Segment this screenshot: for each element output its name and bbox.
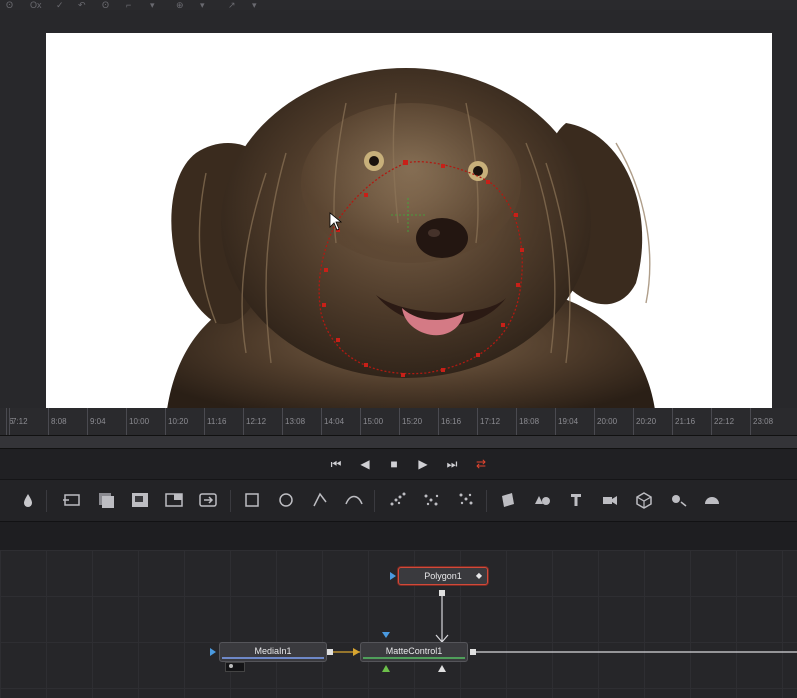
ruler-tick-label: 22:12 [711, 408, 734, 435]
merge3d-icon[interactable] [530, 488, 554, 512]
ruler-tick-label: 12:12 [243, 408, 266, 435]
tool-toolbar [0, 479, 797, 522]
viewer-tool-icon-4[interactable]: ↶ [78, 0, 86, 10]
camera3d-icon[interactable] [598, 488, 622, 512]
particle-emitter-icon[interactable] [386, 488, 410, 512]
node-polygon1-label: Polygon1 [424, 571, 462, 581]
particle-style-icon[interactable] [454, 488, 478, 512]
viewer-tool-icon-5[interactable]: ʘ [102, 0, 109, 10]
matte-output-port[interactable] [470, 649, 476, 655]
node-editor[interactable]: Polygon1 ◆ MediaIn1 MatteControl1 [0, 550, 797, 698]
ellipse-mask-icon[interactable] [274, 488, 298, 512]
time-ruler[interactable]: 6 7:12 8:08 9:04 10:00 10:20 11:16 12:12 13:08 14… [0, 408, 797, 436]
node-mattecontrol1-color-bar [363, 657, 465, 659]
node-mediain1-color-bar [222, 657, 324, 659]
polygon-input-arrow-icon[interactable] [390, 572, 397, 580]
toolbar-divider [486, 490, 487, 512]
toolbar-divider [230, 490, 231, 512]
ruler-tick-label: 18:08 [516, 408, 539, 435]
viewer-tool-icon-10[interactable]: ↗ [228, 0, 236, 10]
mediain-input-arrow-icon[interactable] [210, 648, 217, 656]
ruler-tick-label: 21:16 [672, 408, 695, 435]
ruler-tick-label: 20:00 [594, 408, 617, 435]
node-mediain1-thumbnail-toggle[interactable] [225, 662, 245, 672]
text3d-icon[interactable] [564, 488, 588, 512]
node-mediain1-label: MediaIn1 [254, 646, 292, 656]
image-plane-icon[interactable] [700, 488, 724, 512]
ruler-tick-label: 23:08 [750, 408, 773, 435]
go-to-last-frame-button[interactable]: ⏭ [442, 455, 462, 473]
ruler-tick-label: 15:20 [399, 408, 422, 435]
ruler-tick-label: 10:00 [126, 408, 149, 435]
toolbar-spacer [0, 521, 797, 551]
ruler-tick-label: 19:04 [555, 408, 578, 435]
matte-green-input-arrow-icon[interactable] [382, 665, 390, 672]
stop-button[interactable]: ■ [384, 455, 404, 473]
ruler-tick-label: 16:16 [438, 408, 461, 435]
particle-render-icon[interactable] [420, 488, 444, 512]
viewer-panel [0, 10, 797, 417]
transform-icon[interactable] [196, 488, 220, 512]
viewer-tool-icon-8[interactable]: ⊕ [176, 0, 184, 10]
rectangle-mask-icon[interactable] [240, 488, 264, 512]
ruler-tick-label: 8:08 [48, 408, 67, 435]
ruler-tick-label: 14:04 [321, 408, 344, 435]
background-icon[interactable] [128, 488, 152, 512]
node-options-icon[interactable]: ◆ [476, 568, 482, 584]
viewer-tool-icon-1[interactable]: ʘ [6, 0, 13, 10]
resize-icon[interactable] [162, 488, 186, 512]
thumbnail-dot-icon [229, 664, 233, 668]
merge-icon[interactable] [94, 488, 118, 512]
polygon-mask-icon[interactable] [308, 488, 332, 512]
viewer-tool-icon-9[interactable]: ▾ [200, 0, 205, 10]
viewer-tool-icon-6[interactable]: ⌐ [126, 0, 131, 10]
ruler-tick-label: 9:04 [87, 408, 106, 435]
ruler-tick-label: 10:20 [165, 408, 188, 435]
viewer-tool-icon-11[interactable]: ▾ [252, 0, 257, 10]
go-to-first-frame-button[interactable]: ⏮ [326, 455, 346, 473]
node-mattecontrol1-label: MatteControl1 [385, 646, 443, 656]
ruler-tick-label: 11:16 [204, 408, 226, 435]
matte-input-arrow-icon[interactable] [382, 632, 390, 639]
loader-icon[interactable] [60, 488, 84, 512]
node-mattecontrol1[interactable]: MatteControl1 [360, 642, 468, 662]
polygon-output-port[interactable] [439, 590, 445, 596]
viewer-tool-icon-2[interactable]: Ox [30, 0, 42, 10]
toolbar-divider [46, 490, 47, 512]
light3d-icon[interactable] [666, 488, 690, 512]
ruler-tick-label: 15:00 [360, 408, 383, 435]
shape3d-icon[interactable] [496, 488, 520, 512]
play-forward-button[interactable]: ▶ [413, 455, 433, 473]
dog-image [166, 68, 656, 417]
viewer-tool-icon-7[interactable]: ▾ [150, 0, 155, 10]
ruler-tick-label: 17:12 [477, 408, 500, 435]
mediain-output-port[interactable] [327, 649, 333, 655]
ruler-tick-label: 13:08 [282, 408, 305, 435]
matte-white-input-arrow-icon[interactable] [438, 665, 446, 672]
loop-button[interactable]: ⇄ [471, 455, 491, 473]
viewer-tool-icon-3[interactable]: ✓ [56, 0, 64, 10]
bspline-mask-icon[interactable] [342, 488, 366, 512]
drop-icon[interactable] [16, 488, 40, 512]
play-reverse-button[interactable]: ◀ [355, 455, 375, 473]
timeline-scrollbar[interactable] [0, 436, 797, 449]
toolbar-divider [374, 490, 375, 512]
ruler-tick-label: 20:20 [633, 408, 656, 435]
node-polygon1[interactable]: Polygon1 ◆ [398, 567, 488, 585]
renderer3d-icon[interactable] [632, 488, 656, 512]
transport-controls: ⏮ ◀ ■ ▶ ⏭ ⇄ [0, 449, 797, 479]
node-mediain1[interactable]: MediaIn1 [219, 642, 327, 662]
viewer-canvas[interactable] [46, 33, 772, 417]
viewer-top-toolbar: ʘ Ox ✓ ↶ ʘ ⌐ ▾ ⊕ ▾ ↗ ▾ [0, 0, 797, 10]
ruler-tick-label: 7:12 [9, 408, 28, 435]
